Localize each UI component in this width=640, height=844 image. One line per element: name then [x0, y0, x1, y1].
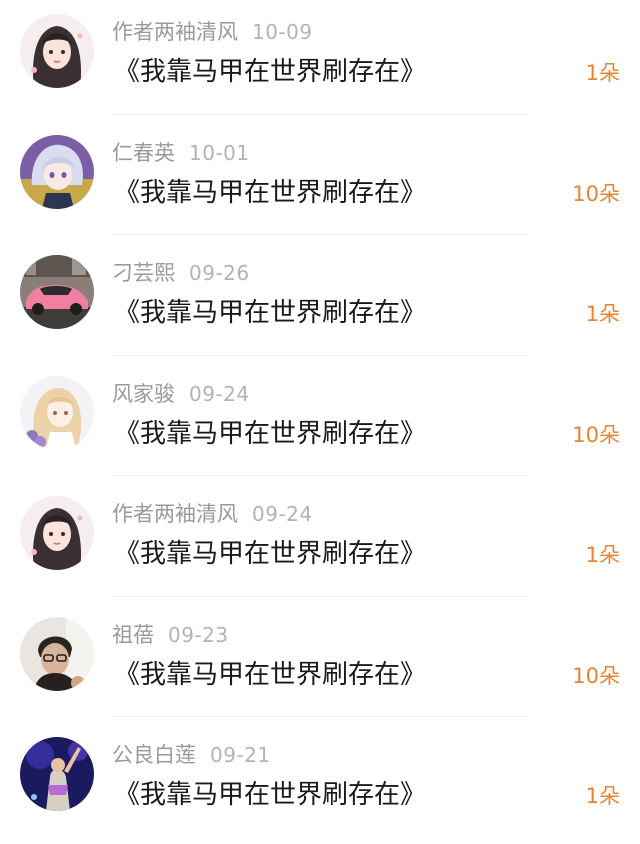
- man-glasses-photo-icon[interactable]: [20, 616, 94, 691]
- user-name[interactable]: 公良白莲: [112, 743, 196, 767]
- anime-boy-silver-hair-icon[interactable]: [20, 134, 94, 209]
- divider: [112, 595, 530, 597]
- divider: [112, 354, 530, 356]
- anime-girl-dark-hair-icon[interactable]: [20, 14, 94, 88]
- user-name[interactable]: 仁春英: [112, 141, 175, 165]
- list-item[interactable]: 风家骏 09-24 《我靠马甲在世界刷存在》 10朵: [0, 362, 640, 483]
- book-title[interactable]: 《我靠马甲在世界刷存在》: [114, 173, 426, 213]
- list-item[interactable]: 作者两袖清风 10-09 《我靠马甲在世界刷存在》 1朵: [0, 0, 640, 121]
- record-date: 09-24: [189, 381, 250, 406]
- user-name[interactable]: 作者两袖清风: [112, 20, 238, 44]
- divider: [112, 716, 530, 717]
- gift-amount: 1朵: [585, 302, 620, 326]
- book-title[interactable]: 《我靠马甲在世界刷存在》: [114, 534, 426, 574]
- list-item[interactable]: 作者两袖清风 09-24 《我靠马甲在世界刷存在》 1朵: [0, 482, 640, 603]
- item-meta: 祖蓓 09-23: [112, 621, 229, 649]
- user-name[interactable]: 风家骏: [112, 382, 175, 406]
- concert-performer-icon[interactable]: [20, 737, 94, 811]
- item-meta: 作者两袖清风 10-09: [112, 18, 313, 46]
- user-name[interactable]: 作者两袖清风: [112, 502, 238, 526]
- record-date: 09-23: [168, 622, 229, 647]
- list-item[interactable]: 公良白莲 09-21 《我靠马甲在世界刷存在》 1朵: [0, 723, 640, 844]
- gift-record-list: 作者两袖清风 10-09 《我靠马甲在世界刷存在》 1朵 仁春英 10-01 《我靠…: [0, 0, 640, 835]
- anime-girl-dark-hair-icon[interactable]: [20, 496, 94, 570]
- record-date: 10-09: [252, 20, 313, 44]
- gift-amount: 10朵: [572, 181, 620, 206]
- record-date: 09-24: [252, 502, 313, 526]
- item-meta: 公良白莲 09-21: [112, 741, 271, 769]
- anime-girl-blonde-flowers-icon[interactable]: [20, 375, 94, 450]
- gift-amount: 1朵: [585, 784, 620, 808]
- user-name[interactable]: 祖蓓: [112, 623, 154, 647]
- gift-amount: 10朵: [572, 422, 620, 447]
- gift-amount: 10朵: [572, 663, 620, 688]
- book-title[interactable]: 《我靠马甲在世界刷存在》: [114, 414, 426, 454]
- divider: [112, 234, 530, 235]
- item-meta: 仁春英 10-01: [112, 139, 250, 167]
- user-name[interactable]: 刁芸熙: [112, 261, 175, 285]
- record-date: 09-26: [189, 261, 250, 285]
- list-item[interactable]: 刁芸熙 09-26 《我靠马甲在世界刷存在》 1朵: [0, 241, 640, 362]
- book-title[interactable]: 《我靠马甲在世界刷存在》: [114, 293, 426, 333]
- gift-amount: 1朵: [585, 61, 620, 85]
- list-item[interactable]: 仁春英 10-01 《我靠马甲在世界刷存在》 10朵: [0, 121, 640, 242]
- record-date: 10-01: [189, 140, 250, 165]
- divider: [112, 113, 530, 115]
- gift-amount: 1朵: [585, 543, 620, 567]
- book-title[interactable]: 《我靠马甲在世界刷存在》: [114, 775, 426, 815]
- item-meta: 风家骏 09-24: [112, 380, 250, 408]
- record-date: 09-21: [210, 743, 271, 767]
- divider: [112, 475, 530, 476]
- list-item[interactable]: 祖蓓 09-23 《我靠马甲在世界刷存在》 10朵: [0, 603, 640, 724]
- book-title[interactable]: 《我靠马甲在世界刷存在》: [114, 655, 426, 695]
- item-meta: 刁芸熙 09-26: [112, 259, 250, 287]
- item-meta: 作者两袖清风 09-24: [112, 500, 313, 528]
- pink-car-icon[interactable]: [20, 255, 94, 329]
- book-title[interactable]: 《我靠马甲在世界刷存在》: [114, 52, 426, 92]
